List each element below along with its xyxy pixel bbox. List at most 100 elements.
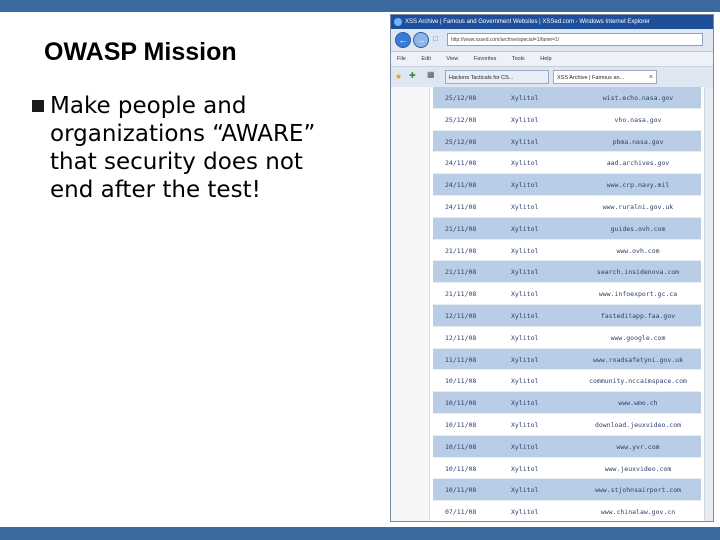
table-row[interactable]: 25/12/08 Xylitol wist.echo.nasa.gov (433, 87, 701, 109)
page-icon: □ (433, 34, 438, 43)
row-author-link[interactable]: Xylitol (511, 247, 538, 255)
row-author-link[interactable]: Xylitol (511, 399, 538, 407)
address-toolbar: ← → □ http://www.xssed.com/archive/speci… (391, 29, 713, 52)
window-titlebar: XSS Archive | Famous and Government Webs… (391, 15, 713, 29)
row-site-link[interactable]: www.stjohnsairport.com (583, 486, 693, 494)
row-date: 11/11/08 (445, 355, 477, 364)
bullet-text: Make people and organizations “AWARE” th… (50, 93, 316, 203)
row-site-link[interactable]: community.nccaimspace.com (583, 377, 693, 385)
row-author-link[interactable]: Xylitol (511, 486, 538, 494)
slide-title: OWASP Mission (44, 38, 237, 66)
row-site-link[interactable]: pbma.nasa.gov (583, 138, 693, 146)
row-author-link[interactable]: Xylitol (511, 181, 538, 189)
table-row[interactable]: 24/11/08 Xylitol aad.archives.gov (433, 152, 701, 175)
row-author-link[interactable]: Xylitol (511, 268, 538, 276)
row-site-link[interactable]: www.roadsafetyni.gov.uk (583, 356, 693, 364)
row-date: 21/11/08 (445, 268, 477, 277)
forward-arrow-icon[interactable]: → (413, 32, 429, 48)
vertical-scrollbar[interactable] (704, 87, 713, 521)
row-site-link[interactable]: www.infoexport.gc.ca (583, 290, 693, 298)
menu-item-file[interactable]: File (397, 56, 406, 62)
table-row[interactable]: 10/11/08 Xylitol www.yvr.com (433, 435, 701, 458)
table-row[interactable]: 25/12/08 Xylitol pbma.nasa.gov (433, 130, 701, 153)
row-date: 25/12/08 (445, 94, 477, 102)
close-icon[interactable]: × (649, 71, 653, 83)
row-date: 21/11/08 (445, 224, 477, 233)
row-date: 12/11/08 (445, 311, 477, 320)
browser-screenshot: XSS Archive | Famous and Government Webs… (390, 14, 714, 522)
table-row[interactable]: 21/11/08 Xylitol search.insidenova.com (433, 261, 701, 284)
table-row[interactable]: 21/11/08 Xylitol www.infoexport.gc.ca (433, 283, 701, 305)
menu-item-edit[interactable]: Edit (421, 56, 430, 62)
row-author-link[interactable]: Xylitol (511, 138, 538, 146)
tab-list-icon[interactable]: ▦ (427, 70, 435, 79)
row-site-link[interactable]: www.ovh.com (583, 247, 693, 255)
row-site-link[interactable]: fasteditapp.faa.gov (583, 312, 693, 320)
table-row[interactable]: 12/11/08 Xylitol fasteditapp.faa.gov (433, 304, 701, 327)
table-row[interactable]: 24/11/08 Xylitol www.ruralni.gov.uk (433, 195, 701, 218)
row-author-link[interactable]: Xylitol (511, 116, 538, 124)
row-site-link[interactable]: wist.echo.nasa.gov (583, 94, 693, 102)
favorites-star-icon[interactable]: ★ (395, 72, 402, 81)
menu-item-view[interactable]: View (446, 56, 458, 62)
menu-item-tools[interactable]: Tools (512, 56, 525, 62)
row-author-link[interactable]: Xylitol (511, 377, 538, 385)
table-row[interactable]: 10/11/08 Xylitol www.wmo.ch (433, 392, 701, 414)
table-row[interactable]: 25/12/08 Xylitol vho.nasa.gov (433, 108, 701, 131)
table-row[interactable]: 21/11/08 Xylitol guides.ovh.com (433, 217, 701, 240)
tab-xss-archive[interactable]: XSS Archive | Famous an... × (553, 70, 657, 84)
row-site-link[interactable]: www.google.com (583, 334, 693, 342)
menu-item-favorites[interactable]: Favorites (474, 56, 497, 62)
row-site-link[interactable]: search.insidenova.com (583, 268, 693, 276)
row-site-link[interactable]: www.yvr.com (583, 443, 693, 451)
row-site-link[interactable]: www.jeuxvideo.com (583, 465, 693, 473)
table-row[interactable]: 24/11/08 Xylitol www.crp.navy.mil (433, 174, 701, 196)
address-bar[interactable]: http://www.xssed.com/archive/special=1/f… (447, 33, 703, 46)
table-row[interactable]: 07/11/08 Xylitol www.chinalaw.gov.cn (433, 501, 701, 521)
add-favorite-icon[interactable]: ✚ (409, 71, 416, 80)
row-date: 12/11/08 (445, 333, 477, 342)
row-site-link[interactable]: vho.nasa.gov (583, 116, 693, 124)
ie-logo-icon (394, 18, 402, 26)
row-site-link[interactable]: www.wmo.ch (583, 399, 693, 407)
row-author-link[interactable]: Xylitol (511, 225, 538, 233)
table-row[interactable]: 10/11/08 Xylitol download.jeuxvideo.com (433, 413, 701, 436)
row-author-link[interactable]: Xylitol (511, 356, 538, 364)
row-author-link[interactable]: Xylitol (511, 312, 538, 320)
row-author-link[interactable]: Xylitol (511, 159, 538, 167)
xss-archive-table: 25/12/08 Xylitol wist.echo.nasa.gov 25/12/0… (433, 87, 701, 521)
table-row[interactable]: 12/11/08 Xylitol www.google.com (433, 326, 701, 349)
tab-label: Hackers Tacticals for CS... (449, 75, 514, 81)
window-title: XSS Archive | Famous and Government Webs… (405, 19, 650, 25)
table-row[interactable]: 10/11/08 Xylitol community.nccaimspace.com (433, 370, 701, 393)
row-date: 21/11/08 (445, 246, 477, 255)
row-date: 25/12/08 (445, 137, 477, 146)
tab-hackers-tacticals[interactable]: Hackers Tacticals for CS... (445, 70, 549, 84)
row-site-link[interactable]: aad.archives.gov (583, 159, 693, 167)
square-bullet-icon (32, 100, 44, 112)
row-site-link[interactable]: guides.ovh.com (583, 225, 693, 233)
row-author-link[interactable]: Xylitol (511, 508, 538, 516)
row-date: 25/12/08 (445, 115, 477, 124)
table-row[interactable]: 11/11/08 Xylitol www.roadsafetyni.gov.uk (433, 348, 701, 371)
table-row[interactable]: 10/11/08 Xylitol www.jeuxvideo.com (433, 457, 701, 480)
row-author-link[interactable]: Xylitol (511, 465, 538, 473)
table-row[interactable]: 10/11/08 Xylitol www.stjohnsairport.com (433, 479, 701, 502)
row-author-link[interactable]: Xylitol (511, 421, 538, 429)
row-author-link[interactable]: Xylitol (511, 94, 538, 102)
row-site-link[interactable]: www.chinalaw.gov.cn (583, 508, 693, 516)
row-author-link[interactable]: Xylitol (511, 334, 538, 342)
row-site-link[interactable]: www.crp.navy.mil (583, 181, 693, 189)
tab-label: XSS Archive | Famous an... (557, 75, 625, 81)
row-site-link[interactable]: www.ruralni.gov.uk (583, 203, 693, 211)
menu-bar: File Edit View Favorites Tools Help (391, 52, 713, 67)
page-content: 25/12/08 Xylitol wist.echo.nasa.gov 25/12/0… (391, 87, 713, 521)
row-site-link[interactable]: download.jeuxvideo.com (583, 421, 693, 429)
row-author-link[interactable]: Xylitol (511, 290, 538, 298)
table-row[interactable]: 21/11/08 Xylitol www.ovh.com (433, 239, 701, 262)
row-author-link[interactable]: Xylitol (511, 203, 538, 211)
back-arrow-icon[interactable]: ← (395, 32, 411, 48)
row-date: 24/11/08 (445, 202, 477, 211)
menu-item-help[interactable]: Help (540, 56, 551, 62)
row-author-link[interactable]: Xylitol (511, 443, 538, 451)
